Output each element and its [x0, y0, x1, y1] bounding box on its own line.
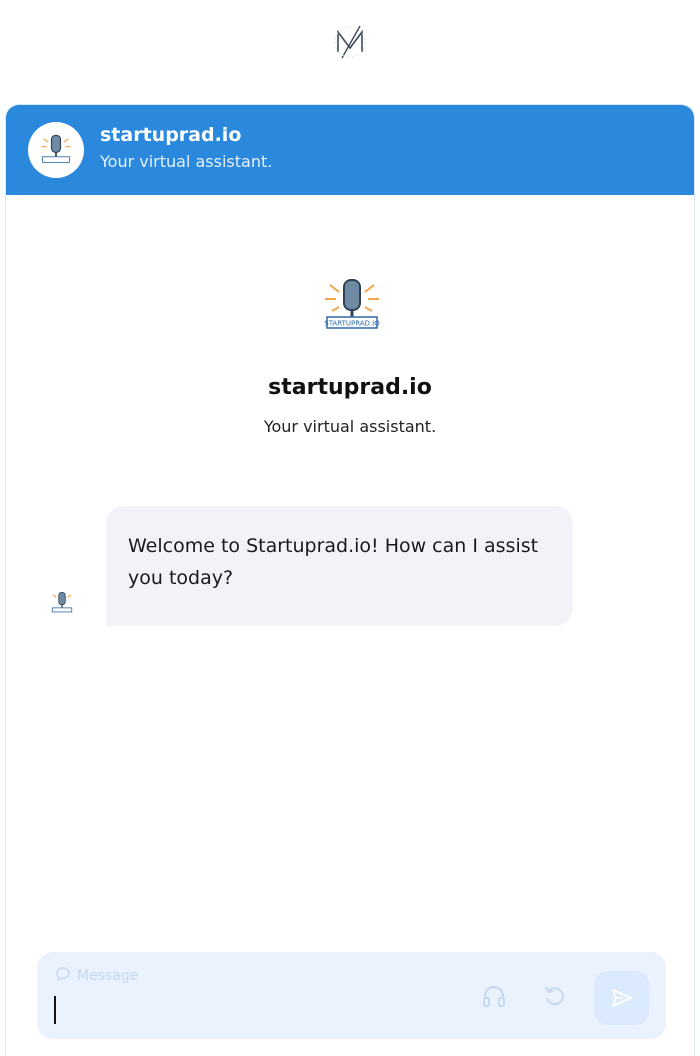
bot-message: Welcome to Startuprad.io! How can I assi… — [106, 506, 573, 626]
chat-header: startuprad.io Your virtual assistant. — [6, 105, 694, 195]
headset-icon — [483, 986, 505, 1007]
microphone-logo-icon — [41, 134, 71, 163]
assistant-tagline: Your virtual assistant. — [263, 417, 437, 436]
placeholder-text: Message — [77, 968, 139, 984]
chat-bubble-icon — [55, 966, 71, 986]
send-button[interactable] — [594, 971, 649, 1025]
refresh-icon — [545, 986, 564, 1006]
hero-logo: STARTUPRAD.IO — [320, 277, 384, 337]
header-subtitle: Your virtual assistant. — [100, 152, 273, 171]
chat-widget: startuprad.io Your virtual assistant. ST… — [5, 104, 695, 1056]
bot-avatar-icon — [49, 590, 75, 616]
restart-button[interactable] — [540, 981, 570, 1011]
hero-logo-text: STARTUPRAD.IO — [324, 320, 380, 328]
composer-placeholder: Message — [55, 966, 138, 986]
headset-button[interactable] — [479, 981, 509, 1011]
message-composer[interactable]: Message — [37, 952, 666, 1039]
send-icon — [611, 989, 632, 1007]
assistant-name: startuprad.io — [268, 375, 432, 400]
text-cursor — [54, 996, 56, 1024]
header-avatar — [28, 122, 84, 178]
brand-logo-icon — [330, 22, 370, 62]
header-title: startuprad.io — [100, 124, 242, 146]
